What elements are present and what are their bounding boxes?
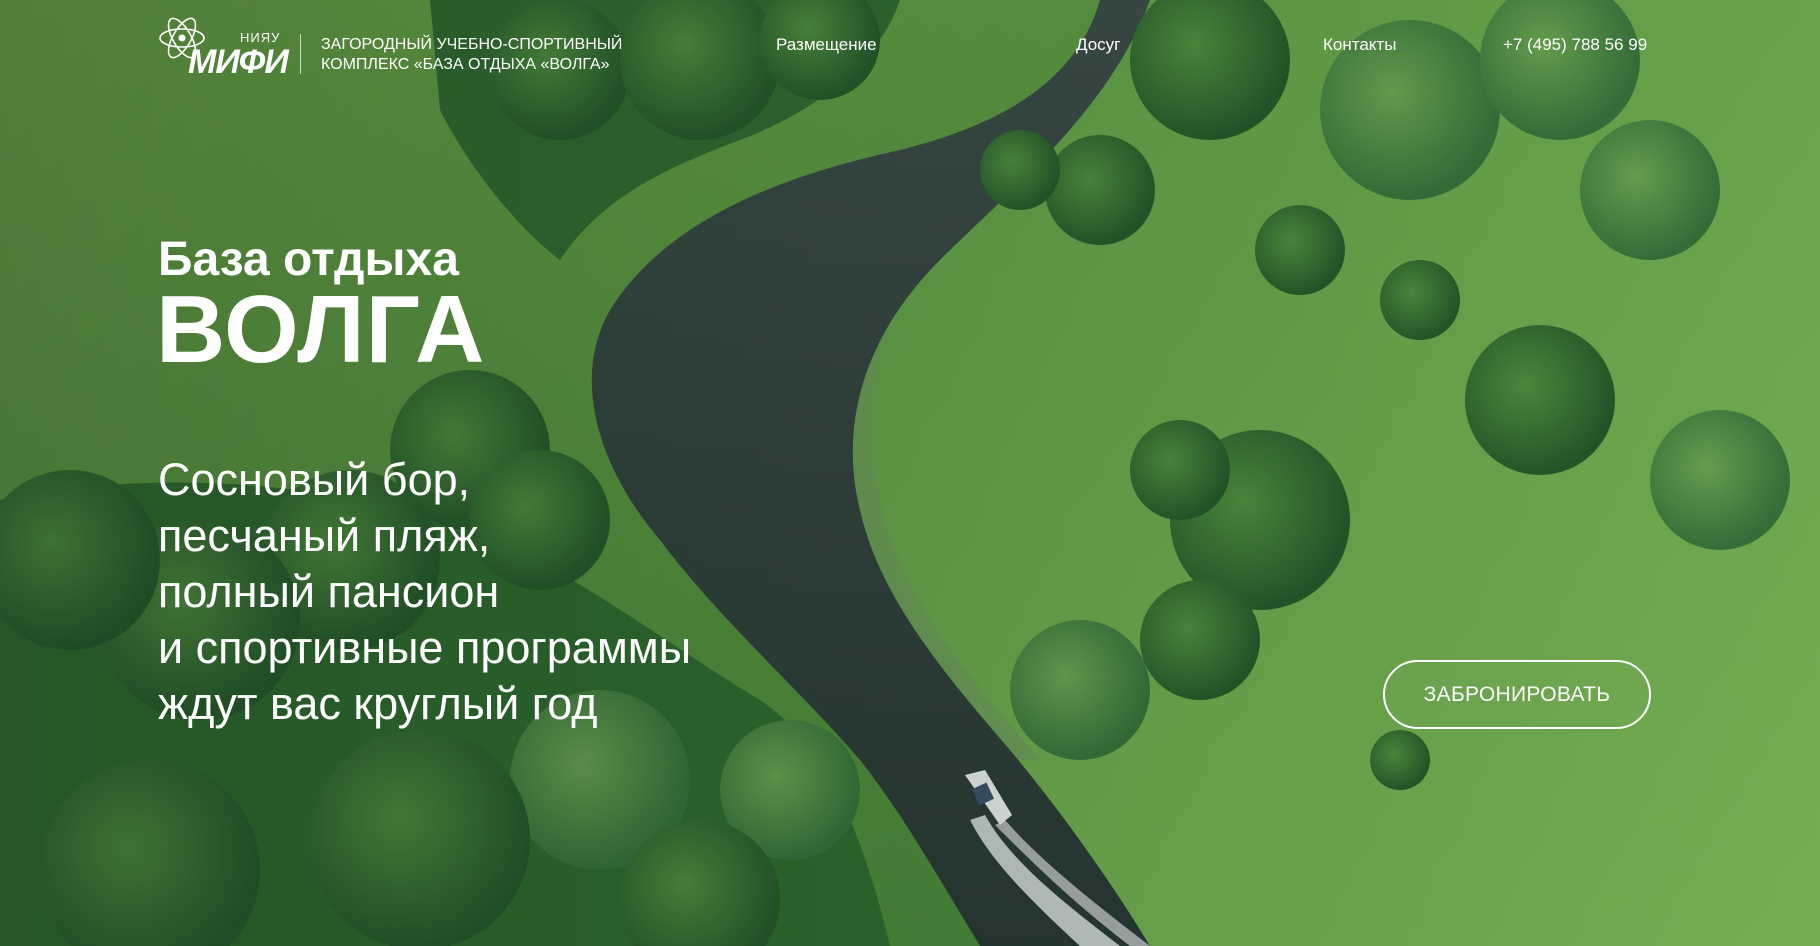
mifi-logo[interactable]: НИЯУ МИФИ [158,14,289,80]
hero-description: Сосновый бор, песчаный пляж, полный панс… [158,452,858,732]
nav-link-accommodation[interactable]: Размещение [776,35,877,55]
site-tagline: ЗАГОРОДНЫЙ УЧЕБНО-СПОРТИВНЫЙ КОМПЛЕКС «Б… [321,35,622,75]
tagline-line-1: ЗАГОРОДНЫЙ УЧЕБНО-СПОРТИВНЫЙ [321,36,623,53]
hero-description-line: песчаный пляж, [158,510,491,561]
hero-description-line: полный пансион [158,566,500,617]
hero-description-line: и спортивные программы [158,622,692,673]
logo-mifi-text: МИФИ [188,43,289,81]
hero-title: ВОЛГА [156,276,486,383]
hero-description-line: ждут вас круглый год [158,678,598,729]
nav-link-leisure[interactable]: Досуг [1076,35,1120,55]
site-header: НИЯУ МИФИ ЗАГОРОДНЫЙ УЧЕБНО-СПОРТИВНЫЙ К… [0,0,1820,100]
nav-link-contacts[interactable]: Контакты [1323,35,1396,55]
tagline-line-2: КОМПЛЕКС «БАЗА ОТДЫХА «ВОЛГА» [321,56,610,73]
hero-description-line: Сосновый бор, [158,454,471,505]
header-divider [300,34,301,74]
phone-number-link[interactable]: +7 (495) 788 56 99 [1503,35,1647,55]
book-button[interactable]: ЗАБРОНИРОВАТЬ [1383,660,1651,729]
